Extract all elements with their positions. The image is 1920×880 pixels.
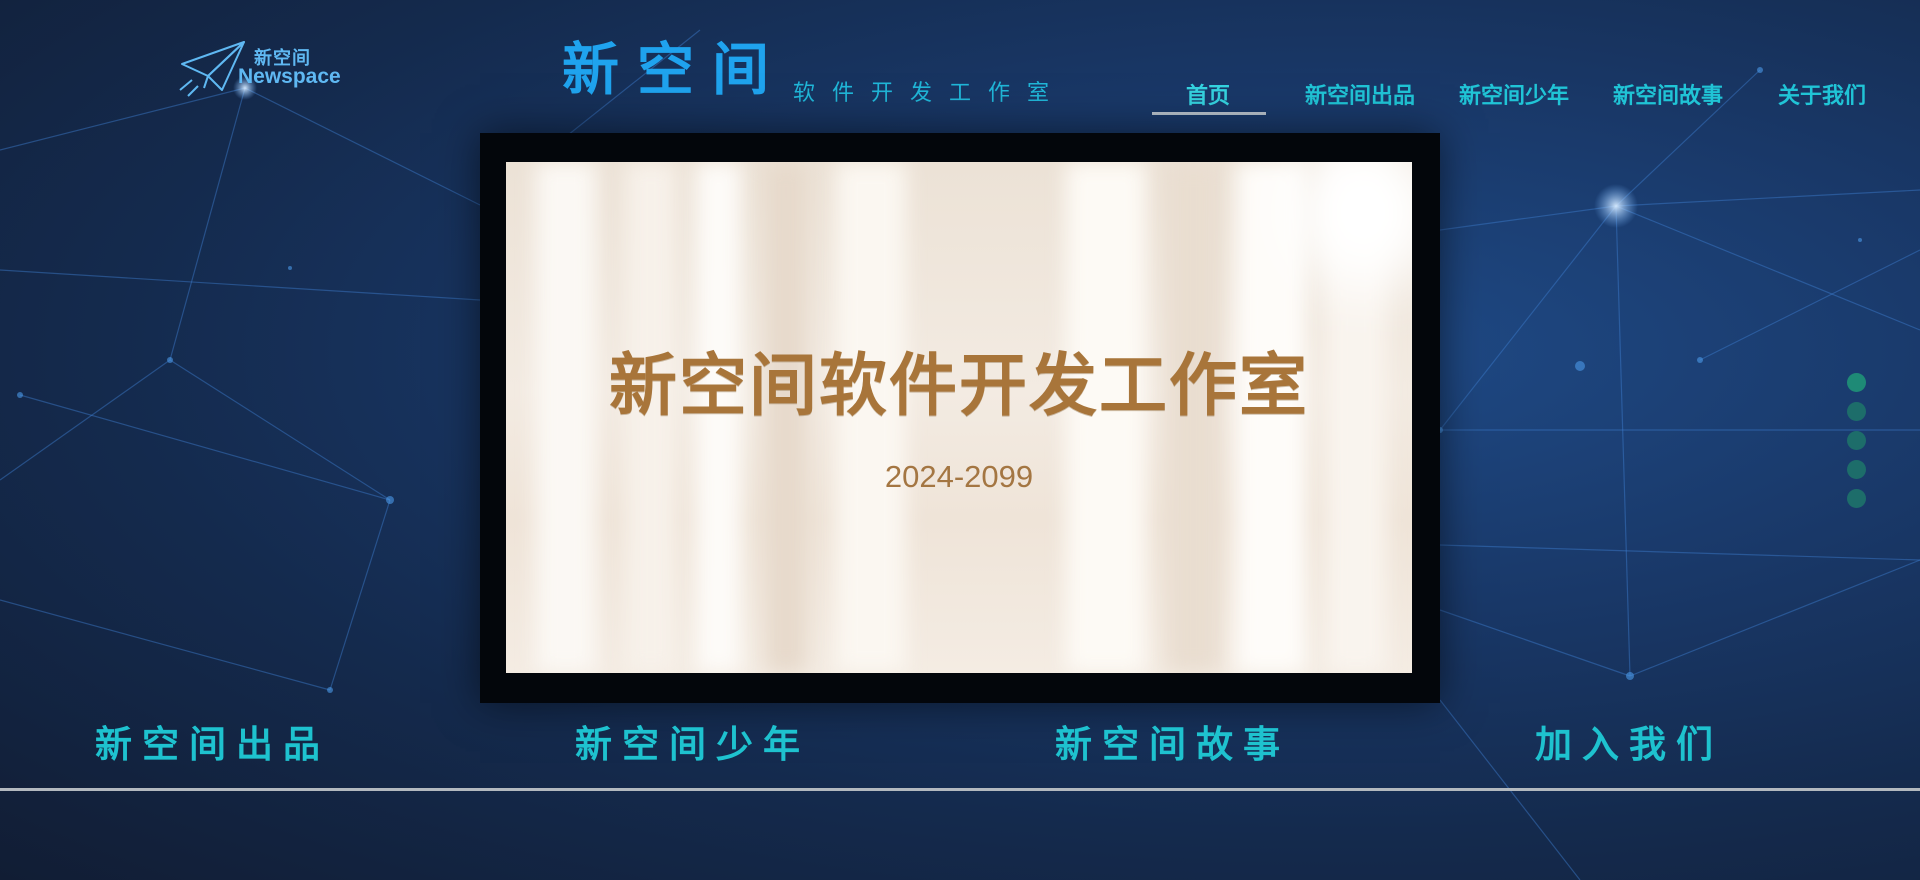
carousel-dot[interactable] [1847,373,1866,392]
bottom-divider [0,788,1920,791]
nav-item-home[interactable]: 首页 [1186,78,1230,110]
logo[interactable]: 新空间 Newspace [178,40,348,100]
carousel-dot[interactable] [1847,489,1866,508]
brand-subtitle: 软件开发工作室 [793,81,1067,106]
slide-year: 2024-2099 [884,459,1034,494]
carousel-dot[interactable] [1847,460,1866,479]
brand-title: 新空间 [562,37,787,103]
nav-item-products[interactable]: 新空间出品 [1305,78,1415,110]
bottom-link-youth[interactable]: 新空间少年 [575,714,810,768]
carousel-frame: 新空间软件开发工作室 2024-2099 [480,133,1440,703]
nav-active-underline [1152,112,1266,115]
slide-title: 新空间软件开发工作室 [608,347,1309,426]
nav-item-youth[interactable]: 新空间少年 [1459,78,1569,110]
bottom-link-join[interactable]: 加入我们 [1535,714,1723,768]
bottom-link-stories[interactable]: 新空间故事 [1055,714,1290,768]
nav-item-stories[interactable]: 新空间故事 [1613,78,1723,110]
page-background: 新空间 Newspace 新空间 软件开发工作室 首页 新空间出品 新空间少年 … [0,0,1920,880]
bottom-link-products[interactable]: 新空间出品 [95,714,330,768]
carousel-dot[interactable] [1847,431,1866,450]
nav-item-about[interactable]: 关于我们 [1778,78,1866,110]
carousel-dot[interactable] [1847,402,1866,421]
logo-en-text: Newspace [238,65,341,88]
carousel-slide[interactable]: 新空间软件开发工作室 2024-2099 [506,162,1412,673]
